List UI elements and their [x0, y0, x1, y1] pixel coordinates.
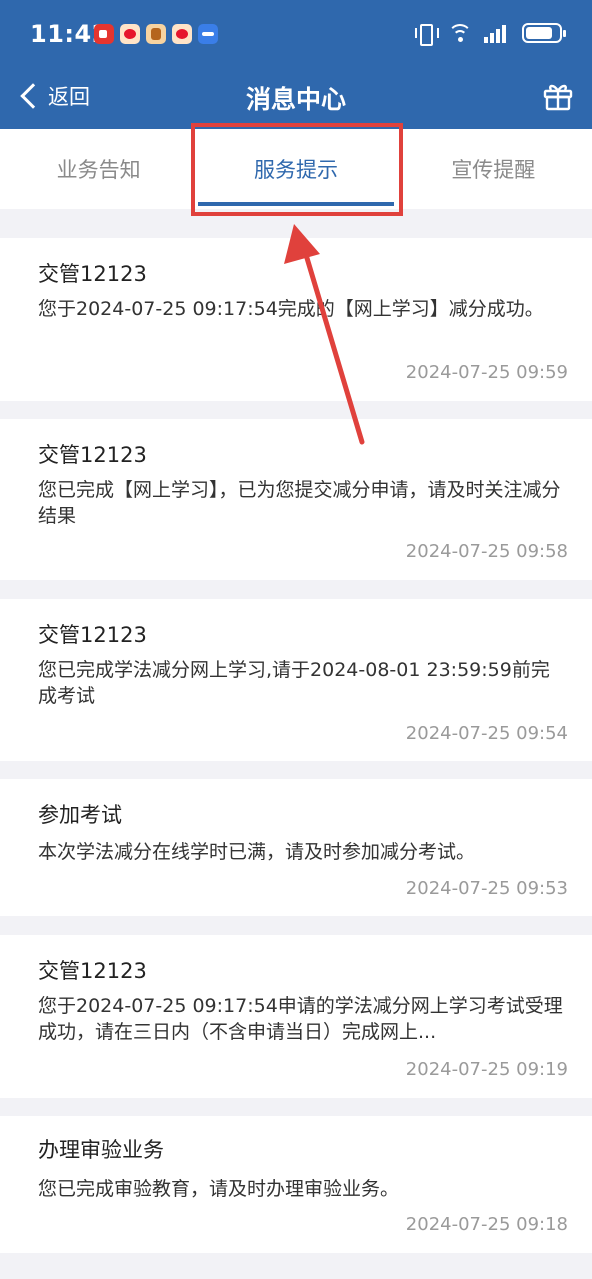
message-title: 参加考试: [38, 803, 122, 827]
message-card[interactable]: 参加考试 本次学法减分在线学时已满，请及时参加减分考试。 2024-07-25 …: [0, 779, 592, 916]
message-title: 交管12123: [38, 443, 147, 467]
message-time: 2024-07-25 09:54: [405, 723, 568, 744]
game-app-icon: [146, 24, 166, 44]
tab-bar: 业务告知 服务提示 宣传提醒: [0, 129, 592, 209]
wifi-icon: [448, 22, 472, 44]
message-card[interactable]: 办理审验业务 您已完成审验教育，请及时办理审验业务。 2024-07-25 09…: [0, 1116, 592, 1253]
nav-bar: 返回 消息中心: [0, 68, 592, 129]
status-indicators: [414, 22, 566, 46]
message-body: 您于2024-07-25 09:17:54申请的学法减分网上学习考试受理成功，请…: [38, 995, 563, 1043]
message-body: 本次学法减分在线学时已满，请及时参加减分考试。: [38, 841, 476, 863]
message-time: 2024-07-25 09:59: [405, 362, 568, 383]
app-header: 11:42 返回 消息中心: [0, 0, 592, 129]
message-time: 2024-07-25 09:58: [405, 541, 568, 562]
page-title: 消息中心: [245, 85, 346, 114]
status-bar: 11:42: [0, 0, 592, 68]
tab-promotion-reminder[interactable]: 宣传提醒: [395, 129, 592, 209]
message-body: 您已完成审验教育，请及时办理审验业务。: [38, 1178, 400, 1200]
message-time: 2024-07-25 09:18: [405, 1214, 568, 1235]
message-time: 2024-07-25 09:53: [405, 878, 568, 899]
message-time: 2024-07-25 09:19: [405, 1059, 568, 1080]
notification-icons: [94, 24, 218, 44]
tab-business-notice[interactable]: 业务告知: [0, 129, 197, 209]
message-card[interactable]: 交管12123 您于2024-07-25 09:17:54申请的学法减分网上学习…: [0, 935, 592, 1098]
message-body: 您已完成学法减分网上学习,请于2024-08-01 23:59:59前完成考试: [38, 659, 550, 707]
browser-app-icon: [198, 24, 218, 44]
message-card[interactable]: 交管12123 您已完成学法减分网上学习,请于2024-08-01 23:59:…: [0, 599, 592, 761]
battery-icon: [522, 23, 566, 43]
message-title: 交管12123: [38, 959, 147, 983]
message-title: 办理审验业务: [38, 1138, 164, 1162]
tab-service-tips[interactable]: 服务提示: [197, 129, 394, 209]
vibrate-icon: [414, 22, 439, 46]
message-card[interactable]: 交管12123 您于2024-07-25 09:17:54完成的【网上学习】减分…: [0, 238, 592, 401]
video-app-icon: [94, 24, 114, 44]
weibo-icon: [172, 24, 192, 44]
gift-icon[interactable]: [542, 80, 574, 112]
signal-icon: [484, 23, 510, 43]
active-tab-indicator: [198, 202, 394, 206]
message-title: 交管12123: [38, 262, 147, 286]
message-body: 您于2024-07-25 09:17:54完成的【网上学习】减分成功。: [38, 298, 544, 320]
message-body: 您已完成【网上学习】，已为您提交减分申请，请及时关注减分结果: [38, 479, 561, 527]
weibo-icon: [120, 24, 140, 44]
message-card[interactable]: 交管12123 您已完成【网上学习】，已为您提交减分申请，请及时关注减分结果 2…: [0, 419, 592, 580]
message-title: 交管12123: [38, 623, 147, 647]
